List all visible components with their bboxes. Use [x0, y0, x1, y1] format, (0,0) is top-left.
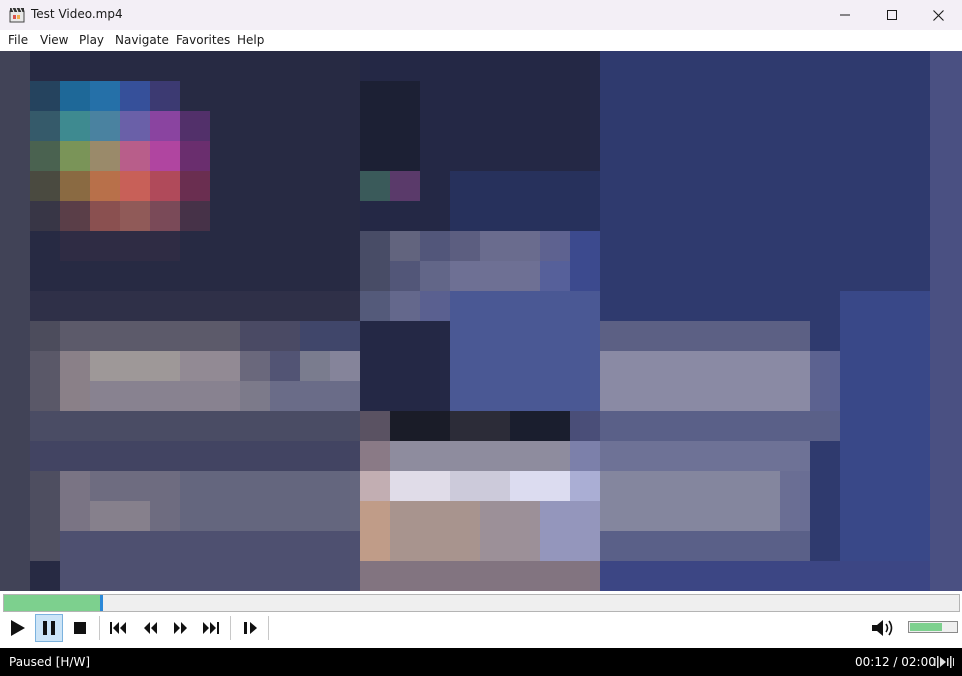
skip-next-icon — [203, 622, 219, 634]
pause-button[interactable] — [35, 614, 63, 642]
separator — [230, 616, 231, 640]
minimize-button[interactable] — [822, 0, 868, 30]
status-bar: Paused [H/W] 00:12 / 02:00 — [0, 648, 962, 676]
minimize-icon — [840, 14, 850, 16]
app-icon — [9, 7, 25, 23]
maximize-icon — [887, 10, 897, 20]
frame-step-icon — [244, 622, 257, 634]
menu-view[interactable]: View — [40, 33, 68, 47]
pause-icon — [43, 621, 55, 635]
fast-forward-icon — [174, 622, 187, 634]
menu-file[interactable]: File — [8, 33, 28, 47]
rewind-icon — [144, 622, 157, 634]
stop-button[interactable] — [66, 614, 94, 642]
rewind-button[interactable] — [136, 614, 164, 642]
maximize-button[interactable] — [869, 0, 915, 30]
play-icon — [11, 620, 25, 636]
skip-previous-icon — [110, 622, 126, 634]
volume-level — [910, 623, 943, 631]
seek-progress — [4, 595, 100, 611]
skip-previous-button[interactable] — [104, 614, 132, 642]
playback-status: Paused [H/W] — [9, 655, 91, 669]
seek-bar[interactable] — [3, 594, 960, 612]
seek-thumb[interactable] — [99, 595, 103, 611]
menu-navigate[interactable]: Navigate — [115, 33, 169, 47]
separator — [99, 616, 100, 640]
close-button[interactable] — [915, 0, 961, 30]
title-bar: Test Video.mp4 — [0, 0, 962, 30]
bitstream-icon — [934, 656, 954, 668]
window-title: Test Video.mp4 — [31, 7, 123, 21]
fast-forward-button[interactable] — [167, 614, 195, 642]
menu-help[interactable]: Help — [237, 33, 264, 47]
skip-next-button[interactable] — [197, 614, 225, 642]
video-frame[interactable] — [0, 51, 962, 591]
separator — [268, 616, 269, 640]
volume-slider[interactable] — [908, 621, 958, 633]
close-icon — [932, 9, 944, 21]
volume-icon[interactable] — [870, 617, 896, 639]
video-image — [0, 51, 962, 591]
menu-play[interactable]: Play — [79, 33, 104, 47]
menu-favorites[interactable]: Favorites — [176, 33, 230, 47]
frame-step-button[interactable] — [237, 614, 265, 642]
menu-bar: File View Play Navigate Favorites Help — [0, 30, 962, 51]
stop-icon — [74, 622, 86, 634]
time-display: 00:12 / 02:00 — [855, 655, 936, 669]
play-button[interactable] — [4, 614, 32, 642]
